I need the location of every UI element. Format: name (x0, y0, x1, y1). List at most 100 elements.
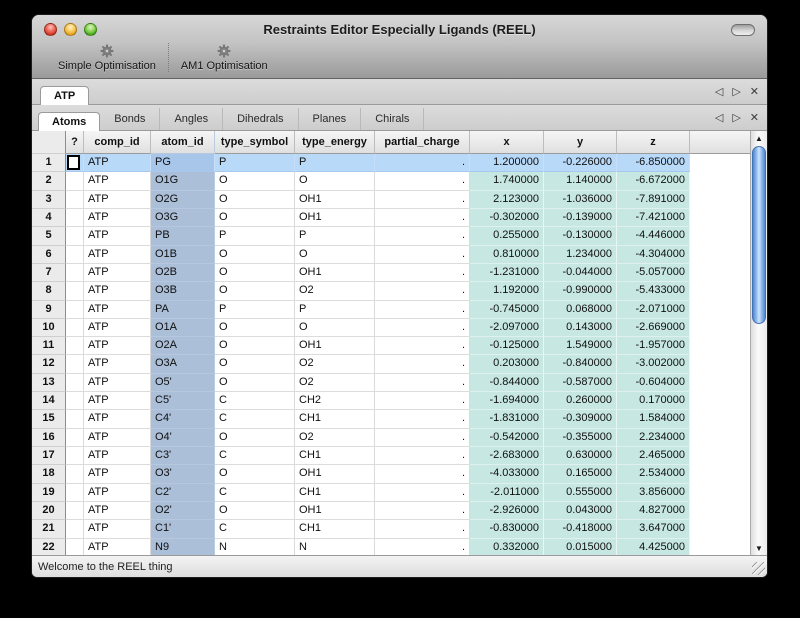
cell-y[interactable]: -0.840000 (544, 355, 617, 373)
cell-type-energy[interactable]: O (295, 246, 375, 264)
cell-x[interactable]: 1.192000 (470, 282, 544, 300)
row-number[interactable]: 9 (32, 301, 66, 319)
cell-comp-id[interactable]: ATP (84, 337, 151, 355)
cell-partial-charge[interactable]: . (375, 282, 470, 300)
cell-atom-id[interactable]: O4' (151, 429, 215, 447)
vertical-scrollbar[interactable]: ▲ ▼ (750, 131, 767, 555)
table-row[interactable]: 18ATPO3'OOH1.-4.0330000.1650002.534000 (32, 465, 750, 483)
cell-partial-charge[interactable]: . (375, 191, 470, 209)
cell-comp-id[interactable]: ATP (84, 282, 151, 300)
cell-flag[interactable] (66, 319, 84, 337)
cell-y[interactable]: 0.260000 (544, 392, 617, 410)
cell-y[interactable]: -0.990000 (544, 282, 617, 300)
cell-x[interactable]: -0.302000 (470, 209, 544, 227)
cell-type-symbol[interactable]: O (215, 172, 295, 190)
cell-z[interactable]: -3.002000 (617, 355, 690, 373)
tab-chirals[interactable]: Chirals (361, 108, 424, 130)
cell-type-symbol[interactable]: P (215, 227, 295, 245)
cell-type-energy[interactable]: CH1 (295, 410, 375, 428)
cell-flag[interactable] (66, 282, 84, 300)
cell-partial-charge[interactable]: . (375, 154, 470, 172)
cell-type-energy[interactable]: O2 (295, 282, 375, 300)
row-number[interactable]: 6 (32, 246, 66, 264)
cell-x[interactable]: 0.332000 (470, 539, 544, 555)
cell-flag[interactable] (66, 209, 84, 227)
cell-type-symbol[interactable]: O (215, 319, 295, 337)
cell-type-energy[interactable]: OH1 (295, 209, 375, 227)
cell-atom-id[interactable]: O2A (151, 337, 215, 355)
cell-partial-charge[interactable]: . (375, 246, 470, 264)
row-number[interactable]: 1 (32, 154, 66, 172)
cell-z[interactable]: 4.425000 (617, 539, 690, 555)
cell-type-symbol[interactable]: O (215, 264, 295, 282)
cell-comp-id[interactable]: ATP (84, 374, 151, 392)
cell-x[interactable]: 1.200000 (470, 154, 544, 172)
cell-type-symbol[interactable]: C (215, 484, 295, 502)
cell-atom-id[interactable]: PB (151, 227, 215, 245)
cell-comp-id[interactable]: ATP (84, 227, 151, 245)
cell-z[interactable]: -4.446000 (617, 227, 690, 245)
cell-type-symbol[interactable]: N (215, 539, 295, 555)
cell-z[interactable]: -7.421000 (617, 209, 690, 227)
table-row[interactable]: 19ATPC2'CCH1.-2.0110000.5550003.856000 (32, 484, 750, 502)
cell-atom-id[interactable]: PG (151, 154, 215, 172)
cell-partial-charge[interactable]: . (375, 520, 470, 538)
cell-partial-charge[interactable]: . (375, 301, 470, 319)
cell-z[interactable]: -1.957000 (617, 337, 690, 355)
cell-type-symbol[interactable]: O (215, 502, 295, 520)
cell-type-symbol[interactable]: C (215, 410, 295, 428)
cell-comp-id[interactable]: ATP (84, 319, 151, 337)
cell-atom-id[interactable]: N9 (151, 539, 215, 555)
cell-flag[interactable] (66, 502, 84, 520)
row-number[interactable]: 7 (32, 264, 66, 282)
tab-next-icon[interactable]: ▷ (732, 85, 740, 98)
cell-z[interactable]: -4.304000 (617, 246, 690, 264)
cell-z[interactable]: -5.433000 (617, 282, 690, 300)
row-number[interactable]: 11 (32, 337, 66, 355)
cell-type-energy[interactable]: N (295, 539, 375, 555)
cell-type-energy[interactable]: CH1 (295, 447, 375, 465)
simple-optimisation-button[interactable]: Simple Optimisation (46, 43, 169, 72)
cell-z[interactable]: -5.057000 (617, 264, 690, 282)
cell-flag[interactable] (66, 264, 84, 282)
table-row[interactable]: 12ATPO3AOO2.0.203000-0.840000-3.002000 (32, 355, 750, 373)
cell-partial-charge[interactable]: . (375, 410, 470, 428)
row-number[interactable]: 20 (32, 502, 66, 520)
cell-type-energy[interactable]: OH1 (295, 264, 375, 282)
cell-comp-id[interactable]: ATP (84, 191, 151, 209)
cell-comp-id[interactable]: ATP (84, 392, 151, 410)
cell-z[interactable]: -0.604000 (617, 374, 690, 392)
table-row[interactable]: 6ATPO1BOO.0.8100001.234000-4.304000 (32, 246, 750, 264)
cell-type-energy[interactable]: CH1 (295, 484, 375, 502)
cell-atom-id[interactable]: C1' (151, 520, 215, 538)
cell-y[interactable]: -0.418000 (544, 520, 617, 538)
cell-atom-id[interactable]: O1B (151, 246, 215, 264)
cell-atom-id[interactable]: O3' (151, 465, 215, 483)
row-number[interactable]: 19 (32, 484, 66, 502)
cell-partial-charge[interactable]: . (375, 319, 470, 337)
cell-partial-charge[interactable]: . (375, 502, 470, 520)
cell-y[interactable]: -0.044000 (544, 264, 617, 282)
cell-atom-id[interactable]: O2' (151, 502, 215, 520)
cell-partial-charge[interactable]: . (375, 392, 470, 410)
row-number[interactable]: 2 (32, 172, 66, 190)
cell-atom-id[interactable]: O2B (151, 264, 215, 282)
cell-y[interactable]: 0.043000 (544, 502, 617, 520)
scroll-down-icon[interactable]: ▼ (751, 541, 767, 555)
cell-partial-charge[interactable]: . (375, 374, 470, 392)
cell-x[interactable]: -2.011000 (470, 484, 544, 502)
table-row[interactable]: 22ATPN9NN.0.3320000.0150004.425000 (32, 539, 750, 555)
cell-comp-id[interactable]: ATP (84, 539, 151, 555)
cell-comp-id[interactable]: ATP (84, 172, 151, 190)
row-number[interactable]: 17 (32, 447, 66, 465)
cell-comp-id[interactable]: ATP (84, 209, 151, 227)
cell-type-energy[interactable]: O2 (295, 374, 375, 392)
tab-angles[interactable]: Angles (160, 108, 223, 130)
tab-atp[interactable]: ATP (40, 86, 89, 105)
cell-flag[interactable] (66, 410, 84, 428)
toolbar-toggle-button[interactable] (731, 24, 755, 36)
cell-comp-id[interactable]: ATP (84, 520, 151, 538)
row-number[interactable]: 16 (32, 429, 66, 447)
header-type-symbol[interactable]: type_symbol (215, 131, 295, 154)
table-row[interactable]: 21ATPC1'CCH1.-0.830000-0.4180003.647000 (32, 520, 750, 538)
